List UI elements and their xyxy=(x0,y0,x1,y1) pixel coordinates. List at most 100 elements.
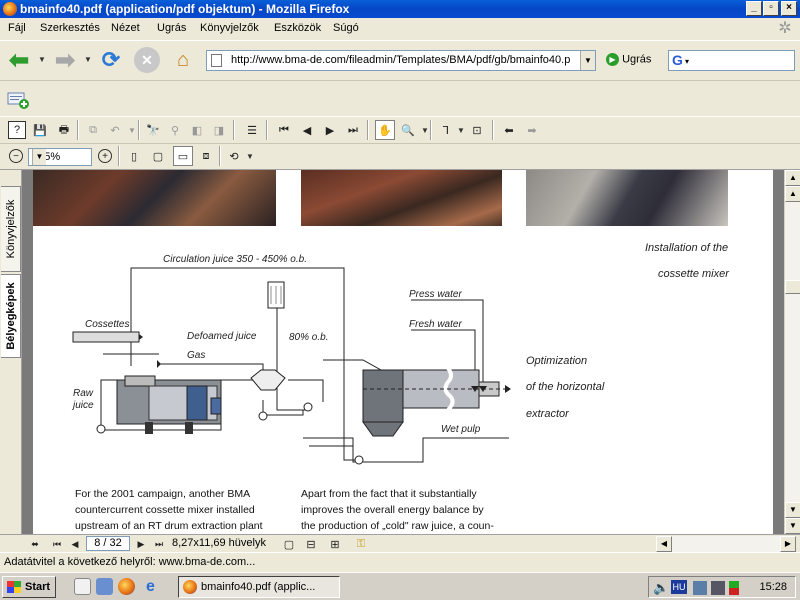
previous-page-icon[interactable]: ◀ xyxy=(298,121,316,139)
go-arrow-icon: ▶ xyxy=(606,53,619,66)
go-button[interactable]: ▶ Ugrás xyxy=(606,53,651,66)
show-desktop-icon[interactable] xyxy=(74,578,91,595)
text-select-dropdown[interactable]: ▼ xyxy=(457,126,465,135)
firefox-quicklaunch-icon[interactable] xyxy=(118,578,135,595)
last-page-icon[interactable]: ⏭ xyxy=(344,121,362,139)
help-icon[interactable]: ? xyxy=(8,121,26,139)
next-view-icon[interactable]: ◨ xyxy=(210,121,228,139)
display-icon[interactable] xyxy=(711,581,725,595)
photo-extraction-plant xyxy=(33,170,276,226)
print-icon[interactable]: 🖶 xyxy=(55,121,73,139)
single-page-icon[interactable]: ▢ xyxy=(280,535,298,553)
zoom-tool-dropdown[interactable]: ▼ xyxy=(421,126,429,135)
page-number-field[interactable]: 8 / 32 xyxy=(86,536,130,551)
fit-width-icon[interactable]: ▭ xyxy=(173,146,193,166)
menu-file[interactable]: Fájl xyxy=(8,22,26,34)
taskbar-item-firefox[interactable]: bmainfo40.pdf (applic... xyxy=(178,576,340,598)
url-history-dropdown[interactable]: ▼ xyxy=(580,51,595,70)
horizontal-scrollbar[interactable]: ◀ ▶ xyxy=(656,536,796,552)
stop-button[interactable]: ✕ xyxy=(134,47,160,73)
reload-button[interactable]: ⟳ xyxy=(98,47,124,73)
next-page-icon[interactable]: ▶ xyxy=(321,121,339,139)
window-title: bmainfo40.pdf (application/pdf objektum)… xyxy=(20,2,350,16)
facing-icon[interactable]: ⊞ xyxy=(326,535,344,553)
clock: 15:28 xyxy=(759,581,787,593)
menu-edit[interactable]: Szerkesztés xyxy=(40,22,100,34)
undo-dropdown[interactable]: ▼ xyxy=(128,126,136,135)
menu-help[interactable]: Súgó xyxy=(333,22,359,34)
rotate-dropdown[interactable]: ▼ xyxy=(246,152,254,161)
search-tool-icon[interactable]: ⚲ xyxy=(166,121,184,139)
next-view-arrow-icon[interactable]: ➡ xyxy=(523,121,541,139)
explorer-icon[interactable] xyxy=(96,578,113,595)
snapshot-icon[interactable]: ⊡ xyxy=(468,121,486,139)
actual-size-icon[interactable]: ▯ xyxy=(125,147,143,165)
monitor-icon[interactable] xyxy=(729,581,739,595)
save-icon[interactable]: 💾 xyxy=(31,121,49,139)
zoom-dropdown-icon[interactable]: ▼ xyxy=(32,149,46,165)
maximize-button[interactable]: ▫ xyxy=(763,1,779,16)
status-next-page-icon[interactable]: ▶ xyxy=(132,535,150,553)
pdf-document-area[interactable]: Installation of the cossette mixer Optim… xyxy=(22,170,784,534)
status-first-page-icon[interactable]: ⏮ xyxy=(48,535,66,553)
find-icon[interactable]: 🔭 xyxy=(144,121,162,139)
status-last-page-icon[interactable]: ⏭ xyxy=(150,535,168,553)
back-history-dropdown[interactable]: ▼ xyxy=(38,55,46,64)
menu-bar: Fájl Szerkesztés Nézet Ugrás Könyvjelzők… xyxy=(0,18,800,40)
split-view-icon[interactable]: ⬌ xyxy=(26,535,44,553)
key-icon[interactable]: ⚿ xyxy=(352,535,370,553)
scroll-left-button[interactable]: ◀ xyxy=(656,536,672,552)
scroll-page-down-button[interactable]: ▼ xyxy=(785,502,800,518)
internet-explorer-icon[interactable]: e xyxy=(142,578,159,595)
body-text-column-2: Apart from the fact that it substantiall… xyxy=(301,486,503,534)
status-prev-page-icon[interactable]: ◀ xyxy=(66,535,84,553)
zoom-out-icon[interactable]: − xyxy=(9,149,23,163)
firefox-task-icon xyxy=(183,580,197,594)
minimize-button[interactable]: _ xyxy=(746,1,762,16)
zoom-tool-icon[interactable]: 🔍 xyxy=(399,121,417,139)
rotate-view-icon[interactable]: ⟲ xyxy=(225,147,243,165)
scroll-thumb[interactable] xyxy=(785,280,800,294)
tab-bookmarks[interactable]: Könyvjelzők xyxy=(1,186,21,272)
address-bar[interactable]: http://www.bma-de.com/fileadmin/Template… xyxy=(206,50,596,71)
fit-page-icon[interactable]: ▢ xyxy=(149,147,167,165)
process-flow-diagram xyxy=(72,267,511,465)
language-indicator[interactable]: HU xyxy=(671,580,687,594)
text-select-icon[interactable]: Ꞁ xyxy=(437,121,455,139)
start-button[interactable]: Start xyxy=(2,576,56,598)
undo-icon[interactable]: ↶ xyxy=(106,121,124,139)
body-line: upstream of an RT drum extraction plant xyxy=(75,520,263,532)
tab-thumbnails[interactable]: Bélyegképek xyxy=(1,274,21,358)
home-button[interactable]: ⌂ xyxy=(170,47,196,73)
hand-tool-icon[interactable]: ✋ xyxy=(375,120,395,140)
previous-view-arrow-icon[interactable]: ⬅ xyxy=(500,121,518,139)
scroll-page-up-button[interactable]: ▲ xyxy=(785,186,800,202)
menu-view[interactable]: Nézet xyxy=(111,22,140,34)
search-input[interactable]: G ▾ xyxy=(668,50,795,71)
back-button[interactable]: ⬅ xyxy=(6,47,32,74)
forward-history-dropdown[interactable]: ▼ xyxy=(84,55,92,64)
prev-view-icon[interactable]: ◧ xyxy=(188,121,206,139)
menu-bookmarks[interactable]: Könyvjelzők xyxy=(200,22,259,34)
network-icon[interactable] xyxy=(693,581,707,595)
zoom-in-icon[interactable]: + xyxy=(98,149,112,163)
show-navigation-pane-icon[interactable]: ☰ xyxy=(243,121,261,139)
menu-go[interactable]: Ugrás xyxy=(157,22,186,34)
continuous-icon[interactable]: ⊟ xyxy=(302,535,320,553)
fit-visible-icon[interactable]: ⧈ xyxy=(197,147,215,165)
vertical-scrollbar[interactable]: ▲ ▲ ▼ ▼ xyxy=(784,170,800,534)
search-engine-dropdown[interactable]: ▾ xyxy=(685,57,689,66)
menu-tools[interactable]: Eszközök xyxy=(274,22,321,34)
close-button[interactable]: × xyxy=(781,1,797,16)
acrobat-status-bar: ⬌ ⏮ ◀ 8 / 32 ▶ ⏭ 8,27x11,69 hüvelyk ▢ ⊟ … xyxy=(0,534,800,552)
first-page-icon[interactable]: ⏮ xyxy=(275,121,293,139)
new-bookmark-icon[interactable] xyxy=(6,89,30,109)
scroll-down-button[interactable]: ▼ xyxy=(785,518,800,534)
scroll-up-button[interactable]: ▲ xyxy=(785,170,800,186)
zoom-level-select[interactable]: 125% ▼ xyxy=(28,148,92,166)
speaker-icon[interactable]: 🔈 xyxy=(653,580,669,596)
forward-button[interactable]: ➡ xyxy=(52,47,78,74)
scroll-right-button[interactable]: ▶ xyxy=(780,536,796,552)
copy-icon[interactable]: ⧉ xyxy=(84,121,102,139)
browser-status-bar: Adatátvitel a következő helyről: www.bma… xyxy=(0,552,800,572)
